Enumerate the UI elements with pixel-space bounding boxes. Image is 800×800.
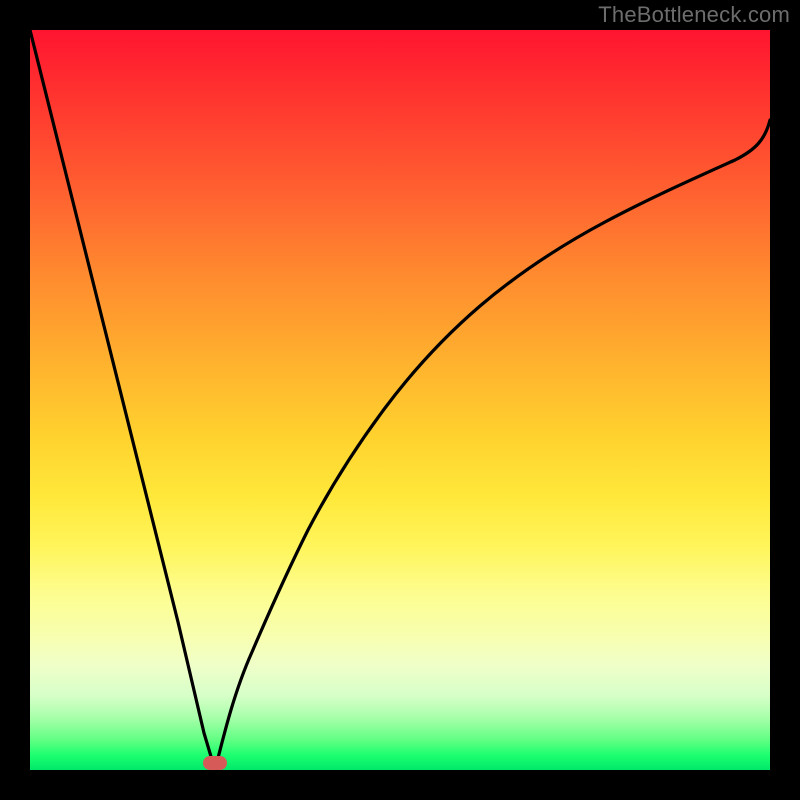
bottleneck-curve	[30, 30, 770, 770]
plot-area	[30, 30, 770, 770]
curve-right-segment	[215, 120, 770, 770]
chart-frame: TheBottleneck.com	[0, 0, 800, 800]
optimal-point-marker	[203, 756, 227, 770]
curve-left-segment	[30, 30, 215, 770]
watermark-text: TheBottleneck.com	[598, 2, 790, 28]
